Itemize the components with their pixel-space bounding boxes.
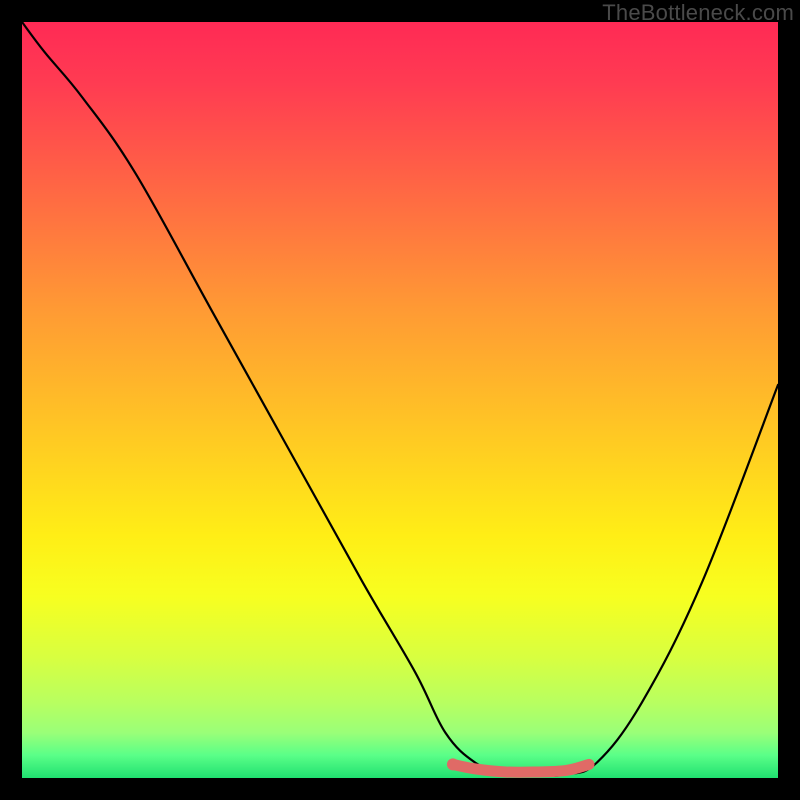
curve-layer: [22, 22, 778, 778]
chart-frame: TheBottleneck.com: [0, 0, 800, 800]
watermark-text: TheBottleneck.com: [602, 0, 794, 26]
bottleneck-curve: [22, 22, 778, 776]
highlight-start-dot: [447, 758, 459, 770]
highlight-segment: [453, 764, 589, 772]
